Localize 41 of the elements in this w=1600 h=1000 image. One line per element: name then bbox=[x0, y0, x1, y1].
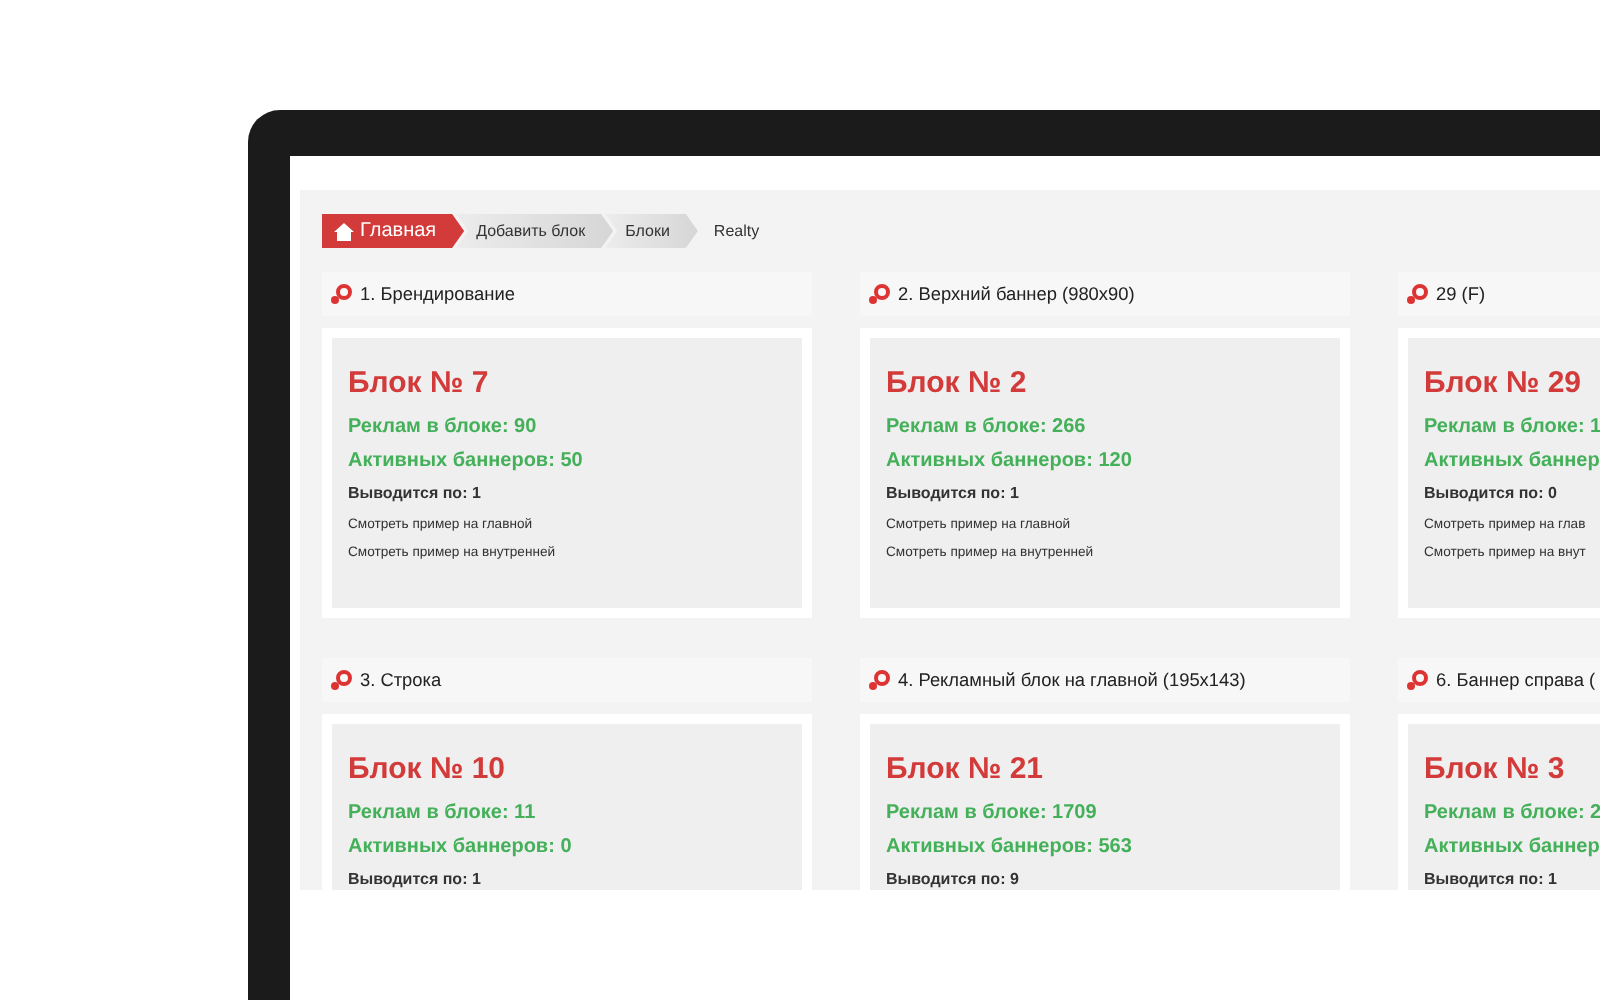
shows-count: Выводится по: 1 bbox=[886, 484, 1021, 502]
block-number: Блок № 3 bbox=[1424, 752, 1567, 786]
key-icon bbox=[1406, 284, 1428, 304]
ads-count: Реклам в блоке: 266 bbox=[886, 416, 1088, 438]
shows-count: Выводится по: 1 bbox=[348, 870, 483, 888]
block-number: Блок № 29 bbox=[1424, 366, 1584, 400]
card-title: 1. Брендирование bbox=[360, 284, 515, 304]
shows-count: Выводится по: 1 bbox=[1424, 870, 1559, 888]
card-title: 29 (F) bbox=[1436, 284, 1486, 304]
key-icon bbox=[868, 284, 890, 304]
breadcrumb-link[interactable]: Добавить блок bbox=[456, 214, 614, 248]
card-title: 2. Верхний баннер (980x90) bbox=[898, 284, 1135, 304]
home-icon bbox=[334, 221, 354, 241]
card-title: 4. Рекламный блок на главной (195x143) bbox=[898, 670, 1246, 690]
key-icon bbox=[330, 670, 352, 690]
ads-count: Реклам в блоке: 90 bbox=[348, 416, 539, 438]
ads-count: Реклам в блоке: 1 bbox=[1424, 416, 1600, 438]
active-banners-count: Активных баннер bbox=[1424, 450, 1600, 472]
ads-count: Реклам в блоке: 2 bbox=[1424, 802, 1600, 824]
key-icon bbox=[330, 284, 352, 304]
key-icon bbox=[868, 670, 890, 690]
card-title: 6. Баннер справа ( bbox=[1436, 670, 1596, 690]
active-banners-count: Активных баннеров: 0 bbox=[348, 836, 574, 858]
shows-count: Выводится по: 0 bbox=[1424, 484, 1559, 502]
card-title: 3. Строка bbox=[360, 670, 442, 690]
active-banners-count: Активных баннеров: 563 bbox=[886, 836, 1134, 858]
active-banners-count: Активных баннеров: 50 bbox=[348, 450, 585, 472]
active-banners-count: Активных баннер bbox=[1424, 836, 1600, 858]
ads-count: Реклам в блоке: 11 bbox=[348, 802, 538, 824]
shows-count: Выводится по: 1 bbox=[348, 484, 483, 502]
block-number: Блок № 7 bbox=[348, 366, 491, 400]
shows-count: Выводится по: 9 bbox=[886, 870, 1021, 888]
breadcrumb-link[interactable]: Главная bbox=[322, 214, 465, 248]
block-number: Блок № 21 bbox=[886, 752, 1046, 786]
key-icon bbox=[1406, 670, 1428, 690]
block-number: Блок № 10 bbox=[348, 752, 508, 786]
block-number: Блок № 2 bbox=[886, 366, 1029, 400]
ads-count: Реклам в блоке: 1709 bbox=[886, 802, 1099, 824]
breadcrumb-current: Realty bbox=[711, 220, 760, 244]
breadcrumb-link[interactable]: Блоки bbox=[605, 214, 698, 248]
active-banners-count: Активных баннеров: 120 bbox=[886, 450, 1134, 472]
